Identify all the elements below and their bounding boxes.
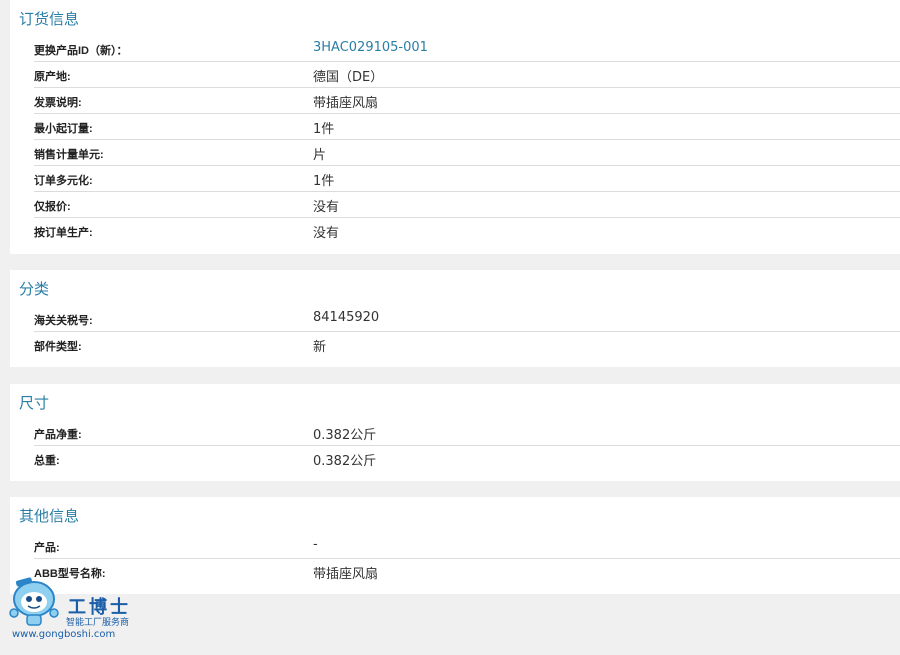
row-label: 发票说明: <box>34 97 82 109</box>
classification-section: 分类 海关关税号: 84145920 部件类型: 新 <box>10 270 900 367</box>
row-value: 0.382公斤 <box>313 428 377 443</box>
table-row: 订单多元化: 1件 <box>34 166 900 192</box>
ordering-info-section: 订货信息 更换产品ID（新）： 3HAC029105-001 原产地: 德国（D… <box>10 0 900 254</box>
row-label: 总重: <box>34 455 60 467</box>
row-value: 德国（DE） <box>313 70 384 85</box>
section-title: 其他信息 <box>19 507 80 525</box>
table-row: 发票说明: 带插座风扇 <box>34 88 900 114</box>
table-row: ABB型号名称: 带插座风扇 <box>34 559 900 585</box>
row-label: 仅报价: <box>34 201 71 213</box>
row-label: 海关关税号: <box>34 315 93 327</box>
section-title: 尺寸 <box>19 394 50 412</box>
table-row: 海关关税号: 84145920 <box>34 306 900 332</box>
row-value: 带插座风扇 <box>313 96 379 111</box>
table-row: 总重: 0.382公斤 <box>34 446 900 472</box>
row-label: 订单多元化: <box>34 175 93 187</box>
table-row: 最小起订量: 1件 <box>34 114 900 140</box>
row-label: 按订单生产: <box>34 227 93 239</box>
row-value: 新 <box>313 340 327 355</box>
row-label: 原产地: <box>34 71 71 83</box>
row-value: - <box>313 537 318 552</box>
table-row: 原产地: 德国（DE） <box>34 62 900 88</box>
row-value: 1件 <box>313 174 335 189</box>
section-title: 分类 <box>19 280 50 298</box>
row-label: 最小起订量: <box>34 123 93 135</box>
row-value: 84145920 <box>313 310 380 325</box>
watermark-url: www.gongboshi.com <box>12 629 116 640</box>
watermark-tagline: 智能工厂服务商 <box>66 618 130 628</box>
section-title: 订货信息 <box>19 10 80 28</box>
table-row: 按订单生产: 没有 <box>34 218 900 244</box>
row-value: 片 <box>313 148 327 163</box>
table-row: 部件类型: 新 <box>34 332 900 358</box>
table-row: 更换产品ID（新）： 3HAC029105-001 <box>34 36 900 62</box>
row-value: 1件 <box>313 122 335 137</box>
row-value: 没有 <box>313 226 340 241</box>
row-label: 部件类型: <box>34 341 82 353</box>
replacement-product-id-link[interactable]: 3HAC029105-001 <box>313 40 428 55</box>
row-label: 产品: <box>34 542 60 554</box>
row-value: 0.382公斤 <box>313 454 377 469</box>
dimensions-section: 尺寸 产品净重: 0.382公斤 总重: 0.382公斤 <box>10 384 900 481</box>
table-row: 仅报价: 没有 <box>34 192 900 218</box>
row-label: 产品净重: <box>34 429 82 441</box>
other-info-section: 其他信息 产品: - ABB型号名称: 带插座风扇 <box>10 497 900 594</box>
table-row: 销售计量单元: 片 <box>34 140 900 166</box>
robot-mascot-icon <box>9 577 59 626</box>
row-value: 没有 <box>313 200 340 215</box>
row-label: 销售计量单元: <box>34 149 104 161</box>
table-row: 产品净重: 0.382公斤 <box>34 420 900 446</box>
table-row: 产品: - <box>34 533 900 559</box>
row-label: 更换产品ID（新）： <box>34 45 128 57</box>
gongboshi-watermark: 工博士 智能工厂服务商 www.gongboshi.com <box>8 575 138 645</box>
row-value: 带插座风扇 <box>313 567 379 582</box>
